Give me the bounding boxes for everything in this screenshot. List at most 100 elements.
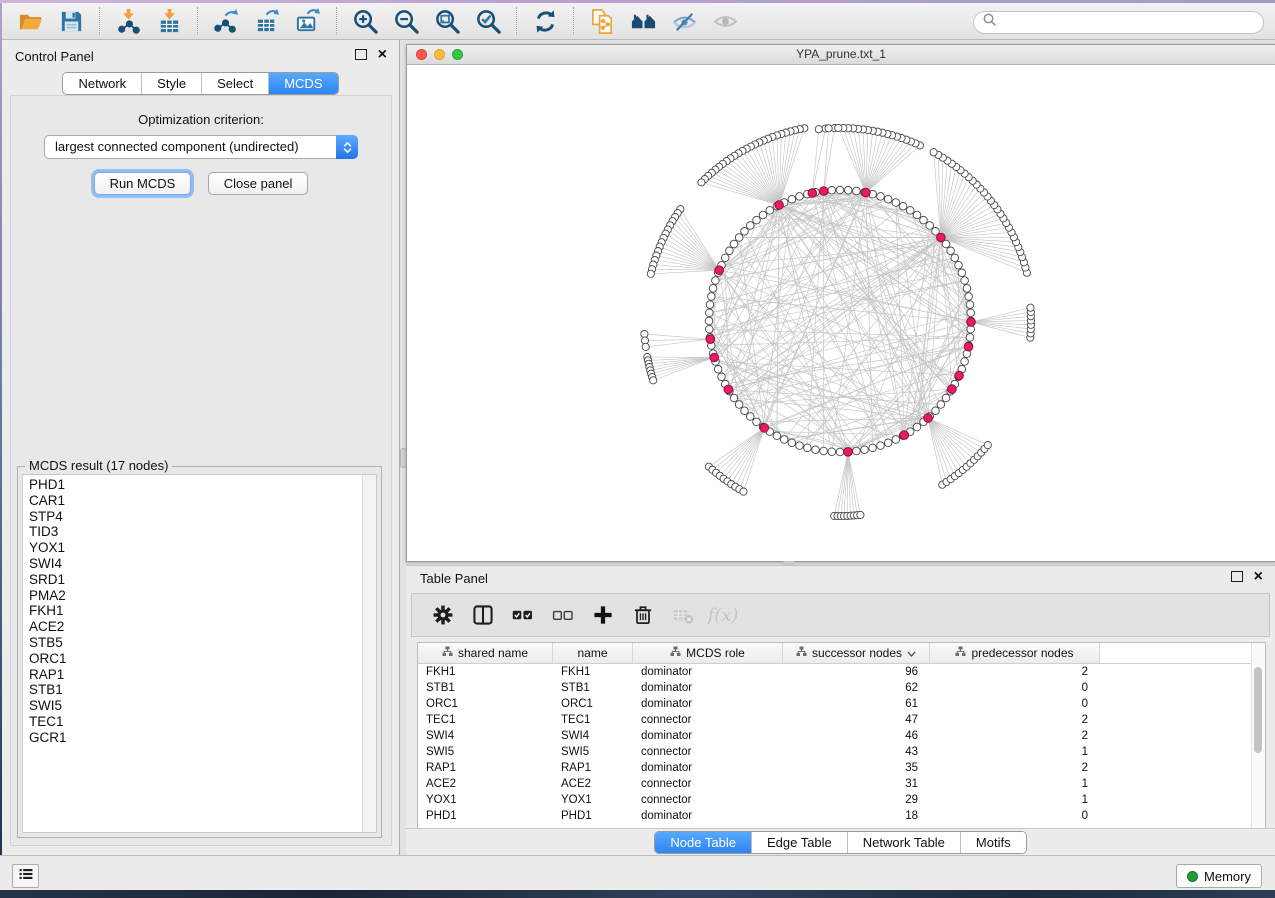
column-header-predecessor-nodes[interactable]: predecessor nodes [930, 643, 1100, 663]
table-cell: 1 [930, 744, 1100, 760]
table-cell: connector [633, 744, 783, 760]
close-panel-icon[interactable]: × [378, 49, 387, 60]
first-neighbors-button[interactable] [623, 4, 664, 38]
zoom-selected-button[interactable] [468, 4, 509, 38]
tab-mcds[interactable]: MCDS [269, 73, 337, 94]
deselect-all-rows-button[interactable] [544, 597, 582, 633]
task-history-button[interactable] [12, 864, 39, 888]
table-row[interactable]: STB1STB1dominator620 [418, 680, 1252, 696]
mcds-result-item[interactable]: TEC1 [29, 714, 376, 730]
delete-columns-button[interactable] [624, 597, 662, 633]
tab-node-table[interactable]: Node Table [655, 832, 752, 853]
export-image-button[interactable] [288, 4, 329, 38]
mcds-result-item[interactable]: SWI5 [29, 698, 376, 714]
table-cell: 62 [783, 680, 930, 696]
mcds-result-list[interactable]: PHD1CAR1STP4TID3YOX1SWI4SRD1PMA2FKH1ACE2… [22, 474, 377, 833]
zoom-in-button[interactable] [345, 4, 386, 38]
tab-edge-table[interactable]: Edge Table [752, 832, 848, 853]
close-panel-button[interactable]: Close panel [208, 172, 309, 195]
table-row[interactable]: RAP1RAP1dominator352 [418, 760, 1252, 776]
mcds-result-item[interactable]: PHD1 [29, 477, 376, 493]
mcds-result-item[interactable]: PMA2 [29, 588, 376, 604]
tab-select[interactable]: Select [202, 73, 269, 94]
network-window-titlebar[interactable]: YPA_prune.txt_1 [407, 45, 1275, 65]
table-row[interactable]: YOX1YOX1connector291 [418, 792, 1252, 808]
mcds-result-item[interactable]: FKH1 [29, 603, 376, 619]
apply-layout-button[interactable] [525, 4, 566, 38]
table-row[interactable]: SWI5SWI5connector431 [418, 744, 1252, 760]
save-session-button[interactable] [51, 4, 92, 38]
float-panel-icon[interactable] [355, 49, 367, 60]
table-header-row: shared namenameMCDS rolesuccessor nodesp… [418, 643, 1252, 664]
mcds-list-scrollbar[interactable] [362, 475, 376, 832]
import-table-button[interactable] [149, 4, 190, 38]
column-header-mcds-role[interactable]: MCDS role [633, 643, 783, 663]
table-cell: 1 [930, 776, 1100, 792]
delete-table-button[interactable] [664, 597, 702, 633]
mcds-result-item[interactable]: TID3 [29, 524, 376, 540]
control-panel-tabs: NetworkStyleSelectMCDS [62, 72, 338, 95]
save-icon [58, 8, 85, 35]
mcds-result-item[interactable]: RAP1 [29, 667, 376, 683]
table-row[interactable]: TEC1TEC1connector472 [418, 712, 1252, 728]
mcds-result-item[interactable]: ACE2 [29, 619, 376, 635]
search-input[interactable] [1003, 15, 1263, 31]
table-row[interactable]: ACE2ACE2connector311 [418, 776, 1252, 792]
run-mcds-button[interactable]: Run MCDS [94, 172, 192, 195]
hide-selected-button[interactable] [664, 4, 705, 38]
zoom-fit-button[interactable] [427, 4, 468, 38]
table-settings-button[interactable] [424, 597, 462, 633]
tab-motifs[interactable]: Motifs [961, 832, 1026, 853]
mcds-result-item[interactable]: SWI4 [29, 556, 376, 572]
table-row[interactable]: ORC1ORC1dominator610 [418, 696, 1252, 712]
table-row[interactable]: PHD1PHD1dominator180 [418, 808, 1252, 824]
table-scrollbar-thumb[interactable] [1254, 667, 1262, 753]
desktop-wallpaper-bottom [0, 890, 1275, 898]
function-builder-button[interactable]: f(x) [704, 597, 742, 633]
tab-network[interactable]: Network [63, 73, 142, 94]
tree-icon [442, 646, 453, 660]
table-scrollbar[interactable] [1251, 643, 1265, 828]
open-session-button[interactable] [10, 4, 51, 38]
mcds-result-item[interactable]: STB1 [29, 682, 376, 698]
mcds-result-item[interactable]: STP4 [29, 509, 376, 525]
close-table-panel-icon[interactable]: × [1254, 571, 1263, 582]
export-table-button[interactable] [247, 4, 288, 38]
mcds-result-item[interactable]: GCR1 [29, 730, 376, 746]
column-header-shared-name[interactable]: shared name [418, 643, 553, 663]
show-all-button[interactable] [705, 4, 746, 38]
memory-button[interactable]: Memory [1176, 864, 1262, 888]
column-header-name[interactable]: name [553, 643, 633, 663]
sort-desc-icon [907, 646, 916, 660]
toggle-panel-layout-button[interactable] [464, 597, 502, 633]
mcds-result-item[interactable]: YOX1 [29, 540, 376, 556]
node-table: shared namenameMCDS rolesuccessor nodesp… [417, 642, 1266, 829]
table-cell: 0 [930, 696, 1100, 712]
import-network-button[interactable] [108, 4, 149, 38]
show-eye-icon [712, 8, 739, 35]
tab-network-table[interactable]: Network Table [848, 832, 961, 853]
search-box[interactable] [973, 11, 1264, 34]
maximize-window-icon[interactable] [452, 49, 463, 60]
mcds-node [900, 431, 909, 440]
close-window-icon[interactable] [416, 49, 427, 60]
optimization-criterion-value: largest connected component (undirected) [55, 139, 299, 154]
zoom-out-button[interactable] [386, 4, 427, 38]
table-row[interactable]: FKH1FKH1dominator962 [418, 664, 1252, 680]
create-column-button[interactable] [584, 597, 622, 633]
tab-style[interactable]: Style [142, 73, 202, 94]
table-row[interactable]: SWI4SWI4dominator462 [418, 728, 1252, 744]
mcds-result-item[interactable]: STB5 [29, 635, 376, 651]
column-header-successor-nodes[interactable]: successor nodes [783, 643, 930, 663]
table-cell: 18 [783, 808, 930, 824]
export-network-button[interactable] [206, 4, 247, 38]
float-table-panel-icon[interactable] [1231, 571, 1243, 582]
select-all-rows-button[interactable] [504, 597, 542, 633]
minimize-window-icon[interactable] [434, 49, 445, 60]
mcds-result-item[interactable]: ORC1 [29, 651, 376, 667]
network-graph[interactable] [407, 65, 1275, 560]
optimization-criterion-select[interactable]: largest connected component (undirected) [44, 135, 358, 159]
mcds-result-item[interactable]: SRD1 [29, 572, 376, 588]
mcds-result-item[interactable]: CAR1 [29, 493, 376, 509]
copy-network-button[interactable] [582, 4, 623, 38]
